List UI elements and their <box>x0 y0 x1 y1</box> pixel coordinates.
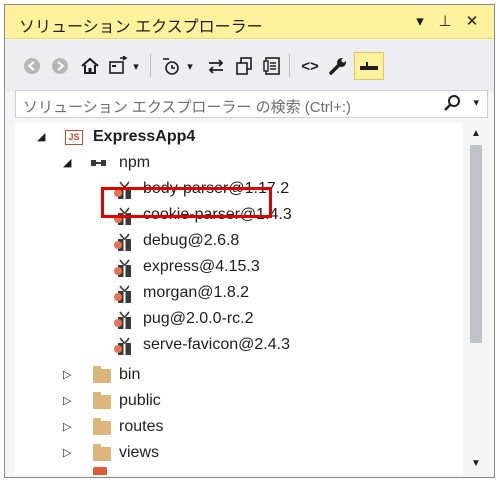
sync-with-active-document-button[interactable] <box>105 52 131 80</box>
highlight-box-pug <box>101 187 272 218</box>
tree-item-npm[interactable]: ◢ npm <box>15 151 463 177</box>
collapsed-chevron-icon[interactable]: ▷ <box>63 420 71 433</box>
back-icon <box>24 58 40 74</box>
copy-icon <box>236 57 252 75</box>
tree-item-package[interactable]: express@4.15.3 <box>15 255 463 281</box>
search-box[interactable]: ソリューション エクスプローラー の検索 (Ctrl+:) ▾ <box>15 90 488 118</box>
tree-item-package[interactable]: debug@2.6.8 <box>15 229 463 255</box>
collapsed-chevron-icon[interactable]: ▷ <box>63 394 71 407</box>
folder-label: public <box>119 392 161 409</box>
js-project-icon: JS <box>65 130 83 145</box>
toolbar-separator <box>150 54 151 78</box>
file-icon <box>93 467 107 475</box>
sync-dropdown-icon[interactable]: ▾ <box>129 52 143 80</box>
preview-selected-items-button[interactable] <box>354 52 384 80</box>
package-label: debug@2.6.8 <box>143 232 240 249</box>
close-icon[interactable]: ✕ <box>462 12 482 32</box>
home-button[interactable] <box>77 52 103 80</box>
folder-icon <box>93 444 111 461</box>
toolbar-separator <box>289 54 290 78</box>
tree-item-package[interactable]: serve-favicon@2.4.3 <box>15 333 463 359</box>
forward-button[interactable] <box>47 52 73 80</box>
clock-icon <box>163 58 179 75</box>
code-brackets-icon: <> <box>301 57 319 75</box>
sync-icon <box>109 56 128 74</box>
wrench-icon <box>329 58 346 75</box>
package-label: morgan@1.8.2 <box>143 284 250 301</box>
npm-package-icon <box>113 258 133 278</box>
expanded-chevron-icon[interactable]: ◢ <box>37 130 45 143</box>
properties-button[interactable] <box>259 52 285 80</box>
folder-label: bin <box>119 366 141 383</box>
wrench-button[interactable] <box>325 52 351 80</box>
npm-package-icon <box>113 336 133 356</box>
folder-icon <box>93 418 111 435</box>
search-icon[interactable] <box>443 94 461 117</box>
properties-icon <box>263 57 280 75</box>
search-options-dropdown-icon[interactable]: ▾ <box>473 96 479 109</box>
tree-item-folder-public[interactable]: ▷ public <box>15 389 463 415</box>
show-all-files-button[interactable] <box>231 52 257 80</box>
expanded-chevron-icon[interactable]: ◢ <box>63 156 71 169</box>
npm-label: npm <box>119 154 151 171</box>
pending-filter-dropdown-icon[interactable]: ▾ <box>183 52 197 80</box>
view-code-button[interactable]: <> <box>297 52 323 80</box>
tree-item-project[interactable]: ◢ JS ExpressApp4 <box>15 125 463 151</box>
home-icon <box>81 57 99 74</box>
folder-label: views <box>119 444 160 461</box>
tree-item-folder-routes[interactable]: ▷ routes <box>15 415 463 441</box>
solution-tree: ◢ JS ExpressApp4 ◢ npm body-parser@1.17.… <box>15 123 463 475</box>
folder-label: routes <box>119 418 164 435</box>
collapsed-chevron-icon[interactable]: ▷ <box>63 446 71 459</box>
toolbar: ▾ ▾ <> <box>5 40 494 92</box>
pending-changes-filter-button[interactable] <box>158 52 184 80</box>
tree-item-folder-bin[interactable]: ▷ bin <box>15 363 463 389</box>
window-title: ソリューション エクスプローラー <box>19 19 263 36</box>
package-label: serve-favicon@2.4.3 <box>143 336 290 353</box>
solution-explorer-window: ソリューション エクスプローラー ▾ ⊥ ✕ ▾ ▾ <> ソリューション エク… <box>4 4 495 478</box>
folder-icon <box>93 392 111 409</box>
forward-icon <box>52 58 68 74</box>
tree-item-partial <box>15 463 463 475</box>
tree-item-package[interactable]: pug@2.0.0-rc.2 <box>15 307 463 333</box>
collapsed-chevron-icon[interactable]: ▷ <box>63 368 71 381</box>
window-menu-dropdown-icon[interactable]: ▾ <box>410 12 430 32</box>
package-label: express@4.15.3 <box>143 258 260 275</box>
title-bar: ソリューション エクスプローラー ▾ ⊥ ✕ <box>5 5 494 39</box>
scrollbar-thumb[interactable] <box>470 145 482 343</box>
pin-icon[interactable]: ⊥ <box>435 12 455 32</box>
npm-icon <box>91 160 107 166</box>
tree-item-package[interactable]: morgan@1.8.2 <box>15 281 463 307</box>
back-button[interactable] <box>19 52 45 80</box>
swap-arrows-icon <box>208 59 224 74</box>
scroll-up-icon[interactable]: ▲ <box>465 125 487 143</box>
collapse-all-button[interactable] <box>203 52 229 80</box>
npm-package-icon <box>113 232 133 252</box>
folder-icon <box>93 366 111 383</box>
npm-package-icon <box>113 310 133 330</box>
npm-package-icon <box>113 284 133 304</box>
project-name: ExpressApp4 <box>93 128 196 145</box>
vertical-scrollbar[interactable]: ▲ ▼ <box>465 123 487 475</box>
package-label: pug@2.0.0-rc.2 <box>143 310 254 327</box>
search-placeholder: ソリューション エクスプローラー の検索 (Ctrl+:) <box>23 99 351 116</box>
preview-icon <box>360 62 378 70</box>
scroll-down-icon[interactable]: ▼ <box>465 455 487 473</box>
